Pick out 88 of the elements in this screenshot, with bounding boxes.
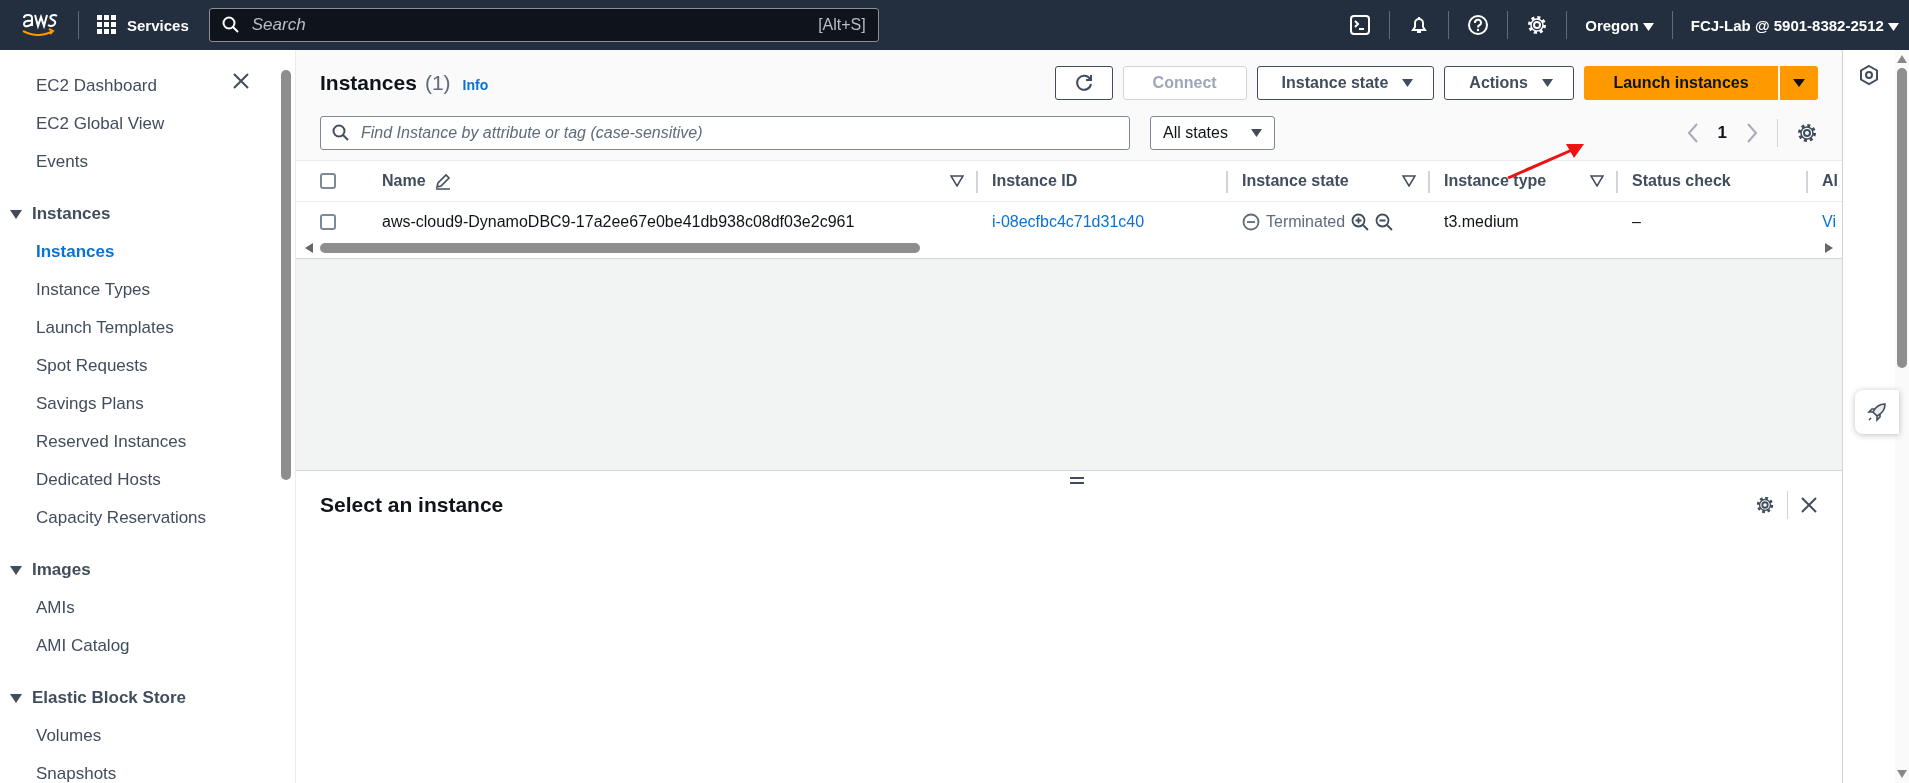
search-icon — [221, 16, 240, 34]
column-header[interactable]: Instance type — [1444, 172, 1547, 190]
launch-button[interactable]: Launch instances — [1584, 66, 1778, 100]
caret-icon — [1888, 22, 1899, 31]
column-header[interactable]: Name — [382, 172, 426, 190]
column-header[interactable]: Al — [1822, 172, 1838, 190]
nav-link[interactable]: EC2 Global View — [36, 105, 165, 143]
scroll-right-icon[interactable] — [1824, 242, 1834, 254]
nav-link[interactable]: Dedicated Hosts — [36, 461, 161, 499]
nav-link[interactable]: Volumes — [36, 717, 102, 755]
sort-triangle-icon[interactable] — [1590, 175, 1604, 187]
info-link[interactable]: Info — [462, 77, 489, 93]
resize-handle-icon[interactable] — [1069, 477, 1085, 485]
services-menu[interactable]: Services — [127, 16, 189, 34]
page-title: Instances — [320, 71, 417, 95]
stopped-status-icon — [1242, 213, 1260, 231]
instance-id-link[interactable]: i-08ecfbc4c71d31c40 — [992, 213, 1145, 231]
nav-link[interactable]: EC2 Dashboard — [36, 67, 157, 105]
sort-triangle-icon[interactable] — [950, 175, 964, 187]
close-icon[interactable] — [232, 72, 250, 90]
state-select[interactable]: All states — [1150, 116, 1275, 150]
nav-section[interactable]: Images — [10, 551, 91, 589]
nav-section[interactable]: Instances — [10, 195, 111, 233]
dropdown-button[interactable]: Instance state — [1256, 66, 1435, 100]
nav-link[interactable]: Spot Requests — [36, 347, 148, 385]
account-menu[interactable]: FCJ-Lab @ 5901-8382-2512 — [1690, 16, 1899, 34]
column-header[interactable]: Status check — [1632, 172, 1731, 190]
instance-count: (1) — [424, 71, 451, 95]
caret-icon — [10, 208, 22, 220]
caret-icon — [1792, 78, 1806, 88]
caret-icon — [1402, 79, 1414, 87]
pencil-icon — [433, 172, 452, 190]
nav-link[interactable]: AMI Catalog — [36, 627, 130, 665]
nav-link[interactable]: AMIs — [36, 589, 75, 627]
table-cell: aws-cloud9-DynamoDBC9-17a2ee67e0be41db938c08df03e2c961 — [382, 213, 855, 231]
scroll-up-icon[interactable] — [1896, 54, 1908, 64]
settings-icon[interactable] — [1755, 495, 1775, 515]
nav-section[interactable]: Elastic Block Store — [10, 679, 186, 717]
zoom-out-icon[interactable] — [1375, 213, 1394, 231]
close-icon[interactable] — [1800, 496, 1818, 514]
panel-title: Select an instance — [320, 493, 504, 517]
scrollbar-thumb[interactable] — [320, 243, 920, 253]
caret-icon — [1642, 22, 1654, 31]
search-icon — [332, 124, 350, 142]
help-icon[interactable] — [1467, 14, 1490, 36]
hexagon-icon[interactable] — [1859, 64, 1879, 86]
select-all-checkbox[interactable] — [320, 173, 336, 189]
nav-link[interactable]: Launch Templates — [36, 309, 174, 347]
refresh-button[interactable] — [1054, 66, 1113, 100]
scroll-left-icon[interactable] — [304, 242, 314, 254]
table-link[interactable]: Vi — [1822, 213, 1836, 231]
scrollbar-thumb[interactable] — [1897, 68, 1907, 368]
nav-link[interactable]: Instances — [36, 233, 115, 271]
caret-icon — [10, 564, 22, 576]
caret-icon — [1251, 129, 1262, 137]
sort-triangle-icon[interactable] — [1402, 175, 1416, 187]
nav-link[interactable]: Reserved Instances — [36, 423, 187, 461]
column-header[interactable]: Instance ID — [992, 172, 1078, 190]
refresh-icon — [1073, 73, 1094, 93]
grid-icon[interactable] — [97, 15, 117, 35]
launch-options-button[interactable] — [1780, 66, 1818, 100]
nav-link[interactable]: Events — [36, 143, 88, 181]
search-input[interactable]: Search — [249, 14, 809, 36]
nav-link[interactable]: Snapshots — [36, 755, 117, 783]
nav-link[interactable]: Instance Types — [36, 271, 151, 309]
row-checkbox[interactable] — [320, 214, 336, 230]
search-field[interactable]: Search [Alt+S] — [208, 8, 879, 42]
settings-icon[interactable] — [1526, 14, 1549, 36]
page-number[interactable]: 1 — [1717, 123, 1727, 143]
nav-link[interactable]: Savings Plans — [36, 385, 144, 423]
zoom-in-icon[interactable] — [1351, 213, 1370, 231]
scrollbar[interactable] — [281, 70, 291, 480]
filter-field[interactable]: Find Instance by attribute or tag (case-sensitive) — [320, 116, 1130, 150]
caret-icon — [1542, 79, 1553, 87]
terminal-icon[interactable] — [1349, 14, 1372, 36]
rocket-button[interactable] — [1855, 390, 1899, 434]
table-cell: t3.medium — [1444, 213, 1519, 231]
dropdown-button[interactable]: Actions — [1444, 66, 1574, 100]
table-cell: – — [1632, 213, 1641, 231]
region-menu[interactable]: Oregon — [1585, 16, 1654, 34]
settings-icon[interactable] — [1796, 122, 1818, 144]
scroll-down-icon[interactable] — [1896, 769, 1908, 779]
nav-link[interactable]: Capacity Reservations — [36, 499, 207, 537]
column-header[interactable]: Instance state — [1242, 172, 1349, 190]
keyboard-shortcut: [Alt+S] — [818, 16, 866, 34]
rocket-icon — [1865, 400, 1889, 424]
caret-icon — [10, 692, 22, 704]
instance-state: Terminated — [1266, 213, 1346, 231]
